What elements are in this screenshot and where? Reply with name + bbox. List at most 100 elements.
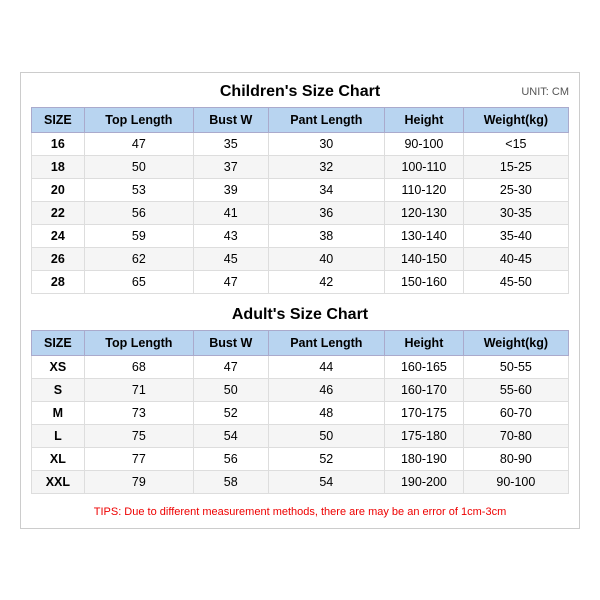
table-row: XS684744160-16550-55 [32, 355, 569, 378]
table-cell: 77 [84, 447, 193, 470]
adult-header-height: Height [385, 330, 464, 355]
table-cell: 50 [84, 155, 193, 178]
table-cell: 58 [193, 470, 268, 493]
table-cell: 54 [268, 470, 384, 493]
header-bust-w: Bust W [193, 107, 268, 132]
table-cell: 55-60 [463, 378, 568, 401]
table-cell: 65 [84, 270, 193, 293]
table-cell: 41 [193, 201, 268, 224]
table-cell: 15-25 [463, 155, 568, 178]
table-cell: 80-90 [463, 447, 568, 470]
adult-title-row: Adult's Size Chart [31, 306, 569, 324]
table-row: 28654742150-16045-50 [32, 270, 569, 293]
table-cell: 35 [193, 132, 268, 155]
table-row: XL775652180-19080-90 [32, 447, 569, 470]
table-cell: 28 [32, 270, 85, 293]
table-cell: 62 [84, 247, 193, 270]
table-cell: <15 [463, 132, 568, 155]
table-row: 1647353090-100<15 [32, 132, 569, 155]
table-row: M735248170-17560-70 [32, 401, 569, 424]
table-cell: 32 [268, 155, 384, 178]
table-cell: 70-80 [463, 424, 568, 447]
table-cell: 120-130 [385, 201, 464, 224]
table-cell: XS [32, 355, 85, 378]
table-cell: L [32, 424, 85, 447]
table-cell: 100-110 [385, 155, 464, 178]
table-cell: 175-180 [385, 424, 464, 447]
table-cell: 180-190 [385, 447, 464, 470]
unit-label: UNIT: CM [521, 86, 569, 98]
table-row: 26624540140-15040-45 [32, 247, 569, 270]
table-cell: 30-35 [463, 201, 568, 224]
header-top-length: Top Length [84, 107, 193, 132]
table-cell: M [32, 401, 85, 424]
chart-wrapper: Children's Size Chart UNIT: CM SIZE Top … [20, 72, 580, 529]
table-cell: 60-70 [463, 401, 568, 424]
table-cell: 190-200 [385, 470, 464, 493]
table-cell: 160-170 [385, 378, 464, 401]
table-cell: 56 [193, 447, 268, 470]
table-row: L755450175-18070-80 [32, 424, 569, 447]
header-weight: Weight(kg) [463, 107, 568, 132]
table-cell: 40-45 [463, 247, 568, 270]
table-cell: 79 [84, 470, 193, 493]
children-title-row: Children's Size Chart UNIT: CM [31, 83, 569, 101]
table-cell: 71 [84, 378, 193, 401]
adult-size-table: SIZE Top Length Bust W Pant Length Heigh… [31, 330, 569, 494]
table-cell: 20 [32, 178, 85, 201]
table-cell: 73 [84, 401, 193, 424]
header-pant-length: Pant Length [268, 107, 384, 132]
table-cell: 50 [268, 424, 384, 447]
table-cell: 90-100 [385, 132, 464, 155]
table-cell: 50-55 [463, 355, 568, 378]
table-cell: 35-40 [463, 224, 568, 247]
table-cell: 52 [193, 401, 268, 424]
table-cell: 40 [268, 247, 384, 270]
table-row: XXL795854190-20090-100 [32, 470, 569, 493]
table-cell: 25-30 [463, 178, 568, 201]
table-cell: 46 [268, 378, 384, 401]
table-cell: 56 [84, 201, 193, 224]
table-row: 22564136120-13030-35 [32, 201, 569, 224]
table-cell: 38 [268, 224, 384, 247]
table-cell: XXL [32, 470, 85, 493]
table-cell: 54 [193, 424, 268, 447]
table-cell: 36 [268, 201, 384, 224]
table-cell: 48 [268, 401, 384, 424]
adult-header-pant-length: Pant Length [268, 330, 384, 355]
table-cell: 68 [84, 355, 193, 378]
adult-title: Adult's Size Chart [232, 306, 368, 324]
header-height: Height [385, 107, 464, 132]
table-cell: 47 [193, 270, 268, 293]
adult-header-row: SIZE Top Length Bust W Pant Length Heigh… [32, 330, 569, 355]
table-cell: 130-140 [385, 224, 464, 247]
table-cell: 16 [32, 132, 85, 155]
table-cell: 37 [193, 155, 268, 178]
adult-header-bust-w: Bust W [193, 330, 268, 355]
table-cell: 110-120 [385, 178, 464, 201]
table-cell: 24 [32, 224, 85, 247]
table-cell: 42 [268, 270, 384, 293]
children-size-table: SIZE Top Length Bust W Pant Length Heigh… [31, 107, 569, 294]
table-cell: 45-50 [463, 270, 568, 293]
adult-header-weight: Weight(kg) [463, 330, 568, 355]
table-cell: 160-165 [385, 355, 464, 378]
adult-header-size: SIZE [32, 330, 85, 355]
table-cell: 59 [84, 224, 193, 247]
table-cell: 22 [32, 201, 85, 224]
table-row: 20533934110-12025-30 [32, 178, 569, 201]
table-cell: 90-100 [463, 470, 568, 493]
table-cell: 150-160 [385, 270, 464, 293]
table-cell: 53 [84, 178, 193, 201]
adult-header-top-length: Top Length [84, 330, 193, 355]
table-cell: 47 [193, 355, 268, 378]
tips-text: TIPS: Due to different measurement metho… [31, 506, 569, 518]
table-cell: 26 [32, 247, 85, 270]
header-size: SIZE [32, 107, 85, 132]
table-cell: 47 [84, 132, 193, 155]
table-cell: 18 [32, 155, 85, 178]
children-header-row: SIZE Top Length Bust W Pant Length Heigh… [32, 107, 569, 132]
table-cell: 39 [193, 178, 268, 201]
table-cell: 140-150 [385, 247, 464, 270]
table-cell: 170-175 [385, 401, 464, 424]
